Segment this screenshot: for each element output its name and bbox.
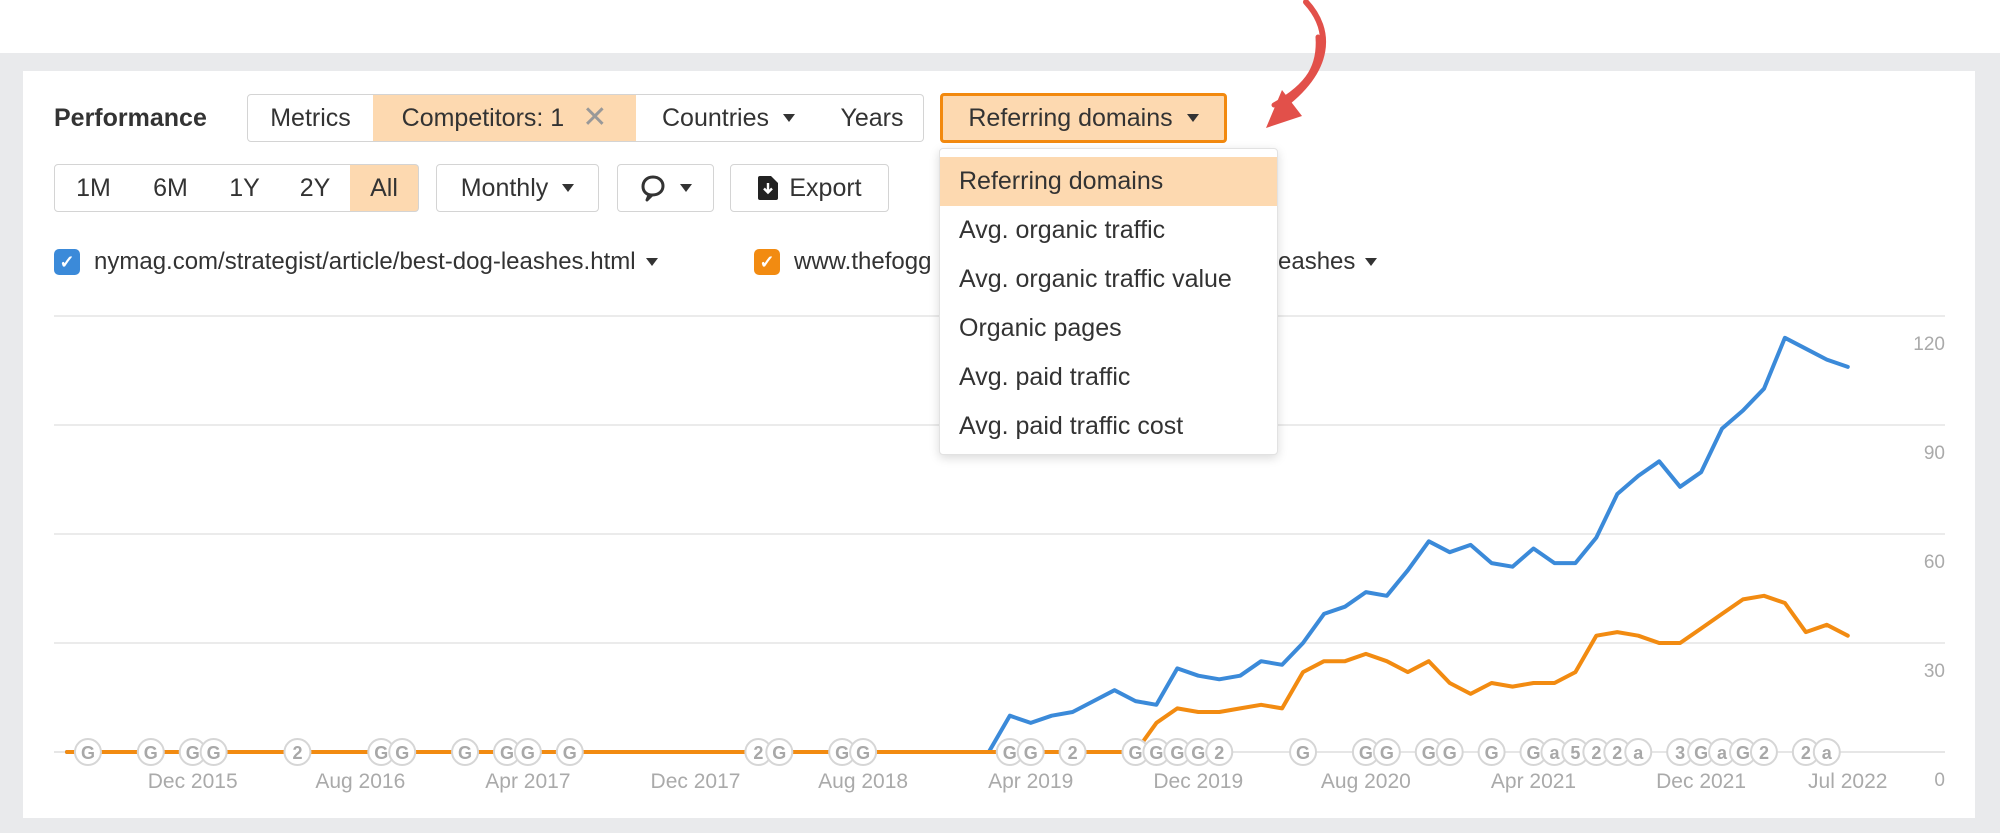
annotation-glyph: G: [1296, 743, 1310, 763]
annotation-marker[interactable]: a: [1814, 739, 1840, 765]
annotation-glyph: a: [1633, 743, 1644, 763]
annotation-marker[interactable]: G: [766, 739, 792, 765]
menu-item-avg-paid-traffic-cost[interactable]: Avg. paid traffic cost: [940, 402, 1277, 451]
y-tick-label: 60: [1885, 552, 1945, 574]
annotation-glyph: G: [1024, 743, 1038, 763]
annotation-marker[interactable]: G: [850, 739, 876, 765]
annotation-glyph: G: [563, 743, 577, 763]
annotation-marker[interactable]: 2: [1751, 739, 1777, 765]
x-tick-label: Dec 2017: [651, 770, 741, 794]
annotation-marker[interactable]: 2: [284, 739, 310, 765]
annotation-glyph: 2: [1759, 743, 1769, 763]
annotation-glyph: G: [144, 743, 158, 763]
annotation-glyph: 2: [1612, 743, 1622, 763]
annotation-marker[interactable]: G: [75, 739, 101, 765]
annotation-glyph: 2: [1068, 743, 1078, 763]
annotation-glyph: G: [186, 743, 200, 763]
menu-item-avg-organic-traffic[interactable]: Avg. organic traffic: [940, 206, 1277, 255]
annotation-glyph: G: [521, 743, 535, 763]
annotation-marker[interactable]: 2: [1206, 739, 1232, 765]
annotation-glyph: G: [856, 743, 870, 763]
annotation-glyph: 2: [753, 743, 763, 763]
x-tick-label: Apr 2019: [988, 770, 1073, 794]
annotation-marker[interactable]: G: [201, 739, 227, 765]
x-tick-label: Apr 2021: [1491, 770, 1576, 794]
x-tick-label: Jul 2022: [1808, 770, 1887, 794]
annotation-glyph: G: [1380, 743, 1394, 763]
annotation-glyph: G: [1485, 743, 1499, 763]
annotation-glyph: G: [1359, 743, 1373, 763]
x-tick-label: Dec 2015: [148, 770, 238, 794]
y-tick-label: 0: [1885, 770, 1945, 792]
menu-item-referring-domains[interactable]: Referring domains: [940, 157, 1277, 206]
annotation-marker[interactable]: G: [557, 739, 583, 765]
annotation-glyph: 3: [1675, 743, 1685, 763]
x-tick-label: Aug 2020: [1321, 770, 1411, 794]
annotation-glyph: G: [81, 743, 95, 763]
annotation-marker[interactable]: a: [1625, 739, 1651, 765]
annotation-marker[interactable]: G: [138, 739, 164, 765]
annotation-marker[interactable]: G: [389, 739, 415, 765]
annotation-marker[interactable]: 2: [1060, 739, 1086, 765]
x-tick-label: Apr 2017: [485, 770, 570, 794]
x-tick-label: Dec 2019: [1153, 770, 1243, 794]
annotation-glyph: G: [1422, 743, 1436, 763]
annotation-glyph: G: [1736, 743, 1750, 763]
annotation-glyph: 2: [1214, 743, 1224, 763]
annotation-glyph: G: [1003, 743, 1017, 763]
annotation-glyph: G: [207, 743, 221, 763]
annotation-marker[interactable]: G: [452, 739, 478, 765]
annotation-glyph: a: [1822, 743, 1833, 763]
annotation-marker[interactable]: G: [1290, 739, 1316, 765]
annotation-glyph: G: [1526, 743, 1540, 763]
annotation-glyph: a: [1549, 743, 1560, 763]
annotation-glyph: G: [458, 743, 472, 763]
annotation-glyph: 2: [1801, 743, 1811, 763]
annotation-glyph: 2: [1591, 743, 1601, 763]
annotation-glyph: 2: [292, 743, 302, 763]
annotation-marker[interactable]: G: [1374, 739, 1400, 765]
annotation-glyph: G: [772, 743, 786, 763]
x-tick-label: Aug 2018: [818, 770, 908, 794]
series-line-competitor: [67, 596, 1848, 752]
menu-item-avg-organic-traffic-value[interactable]: Avg. organic traffic value: [940, 255, 1277, 304]
annotation-glyph: G: [1128, 743, 1142, 763]
annotation-glyph: a: [1717, 743, 1728, 763]
annotation-glyph: G: [395, 743, 409, 763]
x-tick-label: Aug 2016: [315, 770, 405, 794]
menu-item-organic-pages[interactable]: Organic pages: [940, 304, 1277, 353]
red-arrow-annotation: [1240, 0, 1360, 140]
annotation-glyph: G: [835, 743, 849, 763]
metric-dropdown-menu: Referring domains Avg. organic traffic A…: [939, 148, 1278, 455]
annotation-glyph: G: [500, 743, 514, 763]
annotation-glyph: 5: [1570, 743, 1580, 763]
annotation-marker[interactable]: G: [1437, 739, 1463, 765]
annotation-glyph: G: [1694, 743, 1708, 763]
annotation-glyph: G: [374, 743, 388, 763]
y-tick-label: 120: [1885, 334, 1945, 356]
x-tick-label: Dec 2021: [1656, 770, 1746, 794]
annotation-glyph: G: [1170, 743, 1184, 763]
menu-item-avg-paid-traffic[interactable]: Avg. paid traffic: [940, 353, 1277, 402]
annotation-marker[interactable]: G: [1018, 739, 1044, 765]
annotation-marker[interactable]: G: [1479, 739, 1505, 765]
y-tick-label: 30: [1885, 661, 1945, 683]
y-tick-label: 90: [1885, 443, 1945, 465]
annotation-glyph: G: [1443, 743, 1457, 763]
annotation-glyph: G: [1191, 743, 1205, 763]
annotation-marker[interactable]: G: [515, 739, 541, 765]
annotation-glyph: G: [1149, 743, 1163, 763]
